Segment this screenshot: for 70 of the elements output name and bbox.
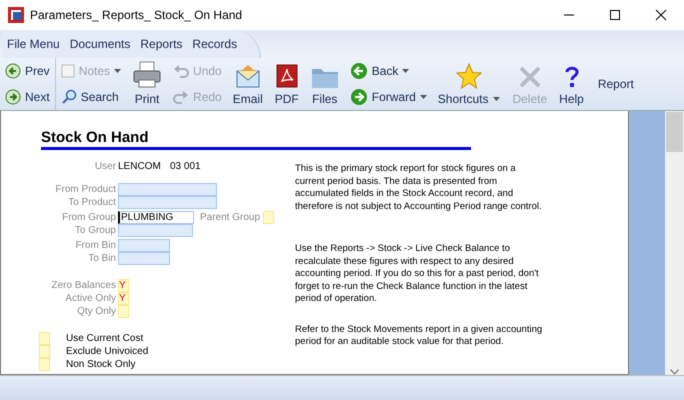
- printer-icon: [132, 61, 162, 89]
- scrollbar[interactable]: [665, 111, 684, 375]
- menu-item[interactable]: File Menu: [2, 37, 65, 51]
- input-field[interactable]: PLUMBING: [118, 211, 194, 224]
- menu-item[interactable]: Records: [187, 37, 242, 51]
- scroll-down-icon[interactable]: [670, 369, 679, 375]
- window-title: Parameters_ Reports_ Stock_ On Hand: [30, 8, 244, 22]
- option-label: Use Current Cost: [66, 333, 144, 344]
- flag-field[interactable]: Y: [118, 279, 129, 292]
- app-logo-icon: [8, 7, 24, 23]
- toolbar-button[interactable]: Prev: [3, 60, 52, 82]
- option-label: Exclude Univoiced: [66, 346, 148, 357]
- field-label: From Bin: [74, 240, 117, 251]
- star-icon: [456, 63, 482, 89]
- field-label: From Group: [61, 212, 117, 223]
- x-icon: [518, 65, 542, 89]
- field-label: User: [94, 161, 117, 172]
- undo-icon: [173, 63, 190, 79]
- field-label: Active Only: [64, 293, 116, 304]
- input-field[interactable]: [118, 252, 170, 265]
- user-name: LENCOM: [118, 161, 162, 172]
- toolbar-button[interactable]: Shortcuts: [432, 58, 506, 110]
- caret-icon: [493, 97, 500, 101]
- pdf-document-icon: [276, 63, 298, 89]
- toolbar-button[interactable]: Back: [348, 60, 429, 82]
- flag-field[interactable]: Y: [118, 292, 129, 305]
- menu-item[interactable]: Reports: [135, 37, 188, 51]
- toolbar-button[interactable]: Search: [58, 86, 124, 108]
- help-paragraph: This is the primary stock report for stock figures on a current period basis. The data is presented from accumulated fields in the Stock Account record, and therefore is not subject to Accounting Period range control.: [295, 163, 543, 213]
- input-field[interactable]: [118, 196, 217, 209]
- field-label: From Product: [54, 184, 117, 195]
- toolbar-button[interactable]: Files: [304, 58, 345, 110]
- input-field[interactable]: [118, 239, 170, 252]
- field-label: Qty Only: [76, 306, 116, 317]
- close-icon[interactable]: [655, 9, 667, 21]
- checkbox[interactable]: [39, 358, 50, 371]
- input-field[interactable]: [118, 183, 217, 196]
- option-label: Non Stock Only: [66, 359, 136, 370]
- field-label: To Group: [74, 225, 117, 236]
- maximize-icon[interactable]: [609, 9, 621, 21]
- scroll-thumb[interactable]: [666, 112, 683, 152]
- field-label: Zero Balances: [50, 280, 116, 291]
- question-mark-icon: [564, 65, 578, 89]
- user-code: 03 001: [170, 161, 201, 172]
- checkbox[interactable]: [39, 345, 50, 358]
- report-button[interactable]: Report: [590, 58, 642, 110]
- report-title: Stock On Hand: [41, 129, 471, 150]
- toolbar-button[interactable]: Next: [3, 86, 52, 108]
- field-label: To Bin: [87, 253, 117, 264]
- checkbox[interactable]: [39, 332, 50, 345]
- field-label: Parent Group: [200, 212, 260, 223]
- toolbar-button[interactable]: Forward: [348, 86, 429, 108]
- field-label: To Product: [67, 197, 117, 208]
- note-icon: [60, 64, 75, 78]
- caret-icon: [420, 95, 427, 99]
- toolbar-button[interactable]: Help: [553, 58, 590, 110]
- toolbar-button[interactable]: Email: [226, 58, 269, 110]
- flag-field[interactable]: [118, 305, 129, 318]
- caret-icon: [114, 69, 122, 73]
- envelope-icon: [234, 63, 261, 89]
- help-paragraph: Refer to the Stock Movements report in a given accounting period for an auditable stock value for that period.: [295, 324, 544, 348]
- search-icon: [60, 89, 77, 105]
- redo-icon: [173, 89, 190, 105]
- help-paragraph: Use the Reports -> Stock -> Live Check Balance to recalculate these figures with respect to any desired accounting period. If you do so this for a past period, don't forget to re-run the Check Balance function in the latest period of operation.: [295, 243, 540, 306]
- caret-icon: [402, 69, 410, 73]
- input-field[interactable]: [263, 211, 274, 224]
- input-field[interactable]: [118, 224, 193, 237]
- menu-item[interactable]: Documents: [64, 37, 136, 51]
- toolbar-button[interactable]: PDF: [268, 58, 305, 110]
- toolbar-button[interactable]: Print: [126, 58, 168, 110]
